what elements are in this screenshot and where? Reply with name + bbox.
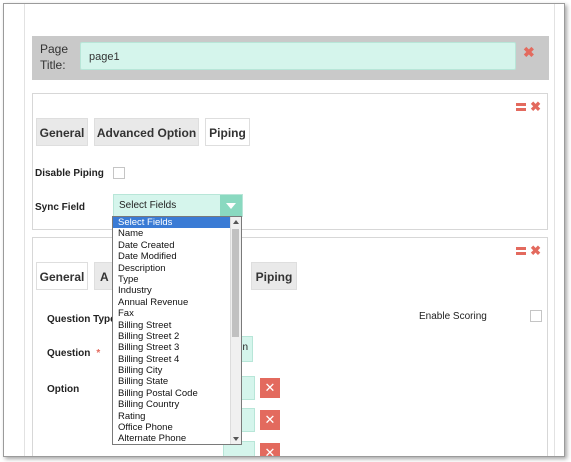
option-label: Option	[47, 384, 80, 395]
sync-field-label: Sync Field	[35, 202, 86, 213]
enable-scoring-label: Enable Scoring	[419, 311, 487, 322]
delete-option-button[interactable]: ✕	[260, 410, 280, 430]
delete-option-button[interactable]: ✕	[260, 378, 280, 398]
sync-field-value: Select Fields	[119, 200, 177, 211]
dropdown-option[interactable]: Rating	[113, 411, 231, 422]
sync-field-select[interactable]: Select Fields	[113, 194, 243, 217]
tab-piping[interactable]: Piping	[251, 262, 297, 290]
scroll-thumb[interactable]	[232, 229, 239, 337]
dropdown-option[interactable]: Fax	[113, 308, 231, 319]
panel-controls: ✖	[516, 243, 541, 259]
question-label: Question *	[47, 348, 101, 359]
dropdown-option[interactable]: Billing Street 3	[113, 342, 231, 353]
dropdown-scrollbar[interactable]	[230, 217, 241, 444]
dropdown-option[interactable]: Type	[113, 274, 231, 285]
dropdown-option[interactable]: Billing City	[113, 365, 231, 376]
dropdown-option[interactable]: Annual Revenue	[113, 297, 231, 308]
disable-piping-label: Disable Piping	[35, 168, 104, 179]
dropdown-option[interactable]: Date Created	[113, 240, 231, 251]
dropdown-option[interactable]: Description	[113, 263, 231, 274]
dropdown-option[interactable]: Date Modified	[113, 251, 231, 262]
chevron-down-icon[interactable]	[220, 195, 242, 216]
dropdown-option[interactable]: Billing Street 2	[113, 331, 231, 342]
app-frame: Page Title: page1 ✖ ✖ General Advanced O…	[3, 3, 565, 457]
reorder-icon[interactable]	[516, 103, 527, 111]
dropdown-list: Select Fields Name Date Created Date Modifi…	[113, 217, 231, 444]
dropdown-option[interactable]: Select Fields	[113, 217, 231, 229]
scroll-down-icon[interactable]	[233, 437, 239, 441]
close-icon[interactable]: ✖	[530, 99, 541, 115]
page-title-input[interactable]: page1	[80, 42, 516, 70]
close-icon[interactable]: ✖	[530, 243, 541, 259]
dropdown-option[interactable]: Name	[113, 228, 231, 239]
question-panel: ✖ General A Piping Question Type Enable …	[32, 237, 548, 456]
dropdown-option[interactable]: Billing State	[113, 376, 231, 387]
scroll-up-icon[interactable]	[233, 220, 239, 224]
dropdown-option[interactable]: Alternate Phone	[113, 433, 231, 444]
piping-panel: ✖ General Advanced Option Piping Disable…	[32, 93, 548, 230]
delete-option-button[interactable]: ✕	[260, 443, 280, 456]
dropdown-option[interactable]: Billing Street	[113, 320, 231, 331]
reorder-icon[interactable]	[516, 247, 527, 255]
dropdown-option[interactable]: Office Phone	[113, 422, 231, 433]
dropdown-option[interactable]: Billing Postal Code	[113, 388, 231, 399]
tab-advanced-partial[interactable]: A	[94, 262, 114, 290]
dropdown-option[interactable]: Industry	[113, 285, 231, 296]
disable-piping-checkbox[interactable]	[113, 167, 125, 179]
dropdown-option[interactable]: Billing Country	[113, 399, 231, 410]
tab-general[interactable]: General	[36, 262, 88, 290]
panel-controls: ✖	[516, 99, 541, 115]
tab-general[interactable]: General	[36, 118, 88, 146]
question-type-label: Question Type	[47, 314, 116, 325]
dropdown-option[interactable]: Billing Street 4	[113, 354, 231, 365]
enable-scoring-checkbox[interactable]	[530, 310, 542, 322]
close-icon[interactable]: ✖	[523, 44, 535, 61]
page-title-bar: Page Title: page1 ✖	[32, 36, 549, 80]
page-title-label: Page Title:	[40, 42, 69, 72]
sync-field-dropdown[interactable]: Select Fields Name Date Created Date Modifi…	[112, 216, 242, 445]
tab-piping[interactable]: Piping	[205, 118, 250, 146]
tab-advanced-option[interactable]: Advanced Option	[94, 118, 199, 146]
